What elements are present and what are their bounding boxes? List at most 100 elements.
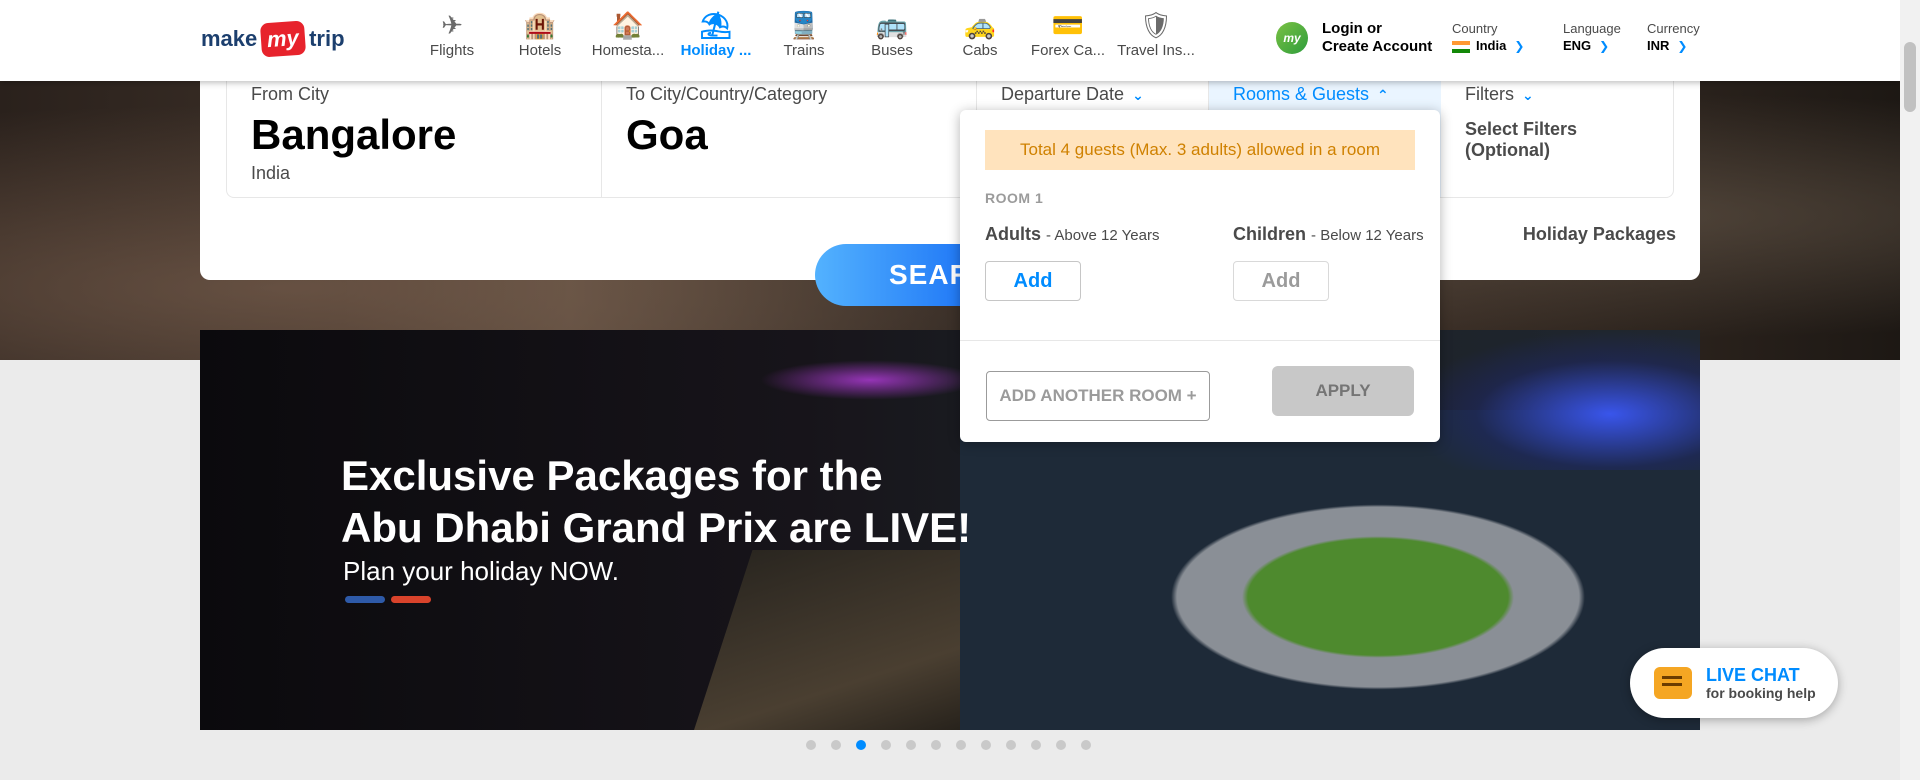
nav-travel-insurance[interactable]: 🛡 Travel Ins...	[1112, 8, 1200, 59]
live-chat-button[interactable]: LIVE CHAT for booking help	[1630, 648, 1838, 718]
hotel-icon: 🏨	[523, 10, 557, 40]
logo-trip: trip	[309, 26, 345, 51]
banner-headline-line-2: Abu Dhabi Grand Prix are LIVE!	[341, 504, 972, 551]
bus-icon: 🚌	[875, 10, 909, 40]
apply-button[interactable]: APPLY	[1272, 366, 1414, 416]
chevron-down-icon: ❯	[1599, 39, 1610, 53]
banner-headline-line-1: Exclusive Packages for the	[341, 452, 883, 499]
makemytrip-logo[interactable]: make my trip	[201, 19, 345, 59]
rooms-guests-popup: Total 4 guests (Max. 3 adults) allowed i…	[960, 110, 1440, 442]
chevron-down-icon: ❯	[1677, 39, 1688, 53]
banner-accent-bar-red	[391, 596, 431, 603]
banner-subheadline: Plan your holiday NOW.	[343, 556, 620, 586]
nav-label: Holiday ...	[680, 42, 752, 59]
package-type-label: Holiday Packages	[1522, 224, 1676, 244]
banner-headline: Exclusive Packages for the Abu Dhabi Gra…	[341, 450, 981, 554]
nav-label: Cabs	[962, 42, 998, 59]
carousel-dot[interactable]	[906, 740, 916, 750]
carousel-dot[interactable]	[831, 740, 841, 750]
nav-holiday-packages[interactable]: ⛱ Holiday ...	[672, 8, 760, 59]
nav-buses[interactable]: 🚌 Buses	[848, 8, 936, 59]
from-city-label: From City	[251, 84, 329, 104]
carousel-dot[interactable]	[856, 740, 866, 750]
chevron-down-icon: ❯	[1514, 39, 1525, 53]
page-scrollbar[interactable]	[1900, 0, 1920, 780]
insurance-shield-icon: 🛡	[1139, 10, 1173, 40]
nav-cabs[interactable]: 🚕 Cabs	[936, 8, 1024, 59]
logo-my: my	[260, 20, 307, 58]
carousel-dots	[806, 740, 1091, 750]
promo-banner[interactable]: Exclusive Packages for the Abu Dhabi Gra…	[200, 330, 1700, 730]
from-country-value: India	[251, 163, 291, 183]
top-navigation: make my trip ✈ Flights 🏨 Hotels 🏠 Homesta..…	[0, 0, 1900, 81]
nav-label: Buses	[871, 42, 913, 59]
logo-make: make	[201, 26, 258, 51]
nav-label: Trains	[783, 42, 825, 59]
login-line-2: Create Account	[1322, 38, 1433, 55]
flight-icon: ✈	[441, 10, 463, 40]
children-hint: - Below 12 Years	[1311, 227, 1424, 244]
banner-lights-image	[760, 360, 980, 400]
chat-bubble-icon	[1654, 667, 1692, 699]
login-line-1: Login or	[1322, 20, 1382, 37]
nav-label: Flights	[429, 42, 475, 59]
rooms-guests-label: Rooms & Guests	[1233, 84, 1370, 104]
adults-hint: - Above 12 Years	[1046, 227, 1160, 244]
adults-label: Adults	[985, 224, 1041, 244]
language-selector[interactable]: Language ENG ❯	[1563, 21, 1621, 55]
nav-forex-card[interactable]: 💳 Forex Ca...	[1024, 8, 1112, 59]
homestay-icon: 🏠	[611, 10, 645, 40]
nav-hotels[interactable]: 🏨 Hotels	[496, 8, 584, 59]
carousel-dot[interactable]	[806, 740, 816, 750]
carousel-dot[interactable]	[881, 740, 891, 750]
filters-value-line-2: (Optional)	[1465, 140, 1550, 160]
room-title: ROOM 1	[985, 190, 1044, 206]
login-button[interactable]: my Login or Create Account	[1276, 20, 1432, 56]
forex-card-icon: 💳	[1051, 10, 1085, 40]
carousel-dot[interactable]	[956, 740, 966, 750]
carousel-dot[interactable]	[981, 740, 991, 750]
chevron-down-icon: ⌄	[1522, 87, 1534, 103]
chevron-down-icon: ⌄	[1132, 87, 1144, 103]
train-icon: 🚆	[787, 10, 821, 40]
carousel-dot[interactable]	[1031, 740, 1041, 750]
add-another-room-button[interactable]: ADD ANOTHER ROOM +	[986, 371, 1210, 421]
guest-limit-warning: Total 4 guests (Max. 3 adults) allowed i…	[985, 130, 1415, 170]
currency-selector[interactable]: Currency INR ❯	[1647, 21, 1700, 55]
nav-flights[interactable]: ✈ Flights	[408, 8, 496, 59]
country-label: Country	[1452, 21, 1498, 36]
banner-accent-bar-blue	[345, 596, 385, 603]
banner-stadium-image	[1400, 330, 1700, 470]
nav-trains[interactable]: 🚆 Trains	[760, 8, 848, 59]
filters-label: Filters	[1465, 84, 1514, 104]
scrollbar-thumb[interactable]	[1904, 42, 1916, 112]
language-label: Language	[1563, 21, 1621, 36]
myaccount-avatar-icon: my	[1276, 22, 1308, 54]
currency-value: INR	[1647, 38, 1670, 53]
adults-label-group: Adults - Above 12 Years	[985, 224, 1159, 245]
country-value: India	[1476, 38, 1507, 53]
language-value: ENG	[1563, 38, 1592, 53]
filters-value-line-1: Select Filters	[1465, 119, 1578, 139]
india-flag-icon	[1452, 40, 1470, 53]
country-selector[interactable]: Country India ❯	[1452, 21, 1524, 55]
beach-umbrella-icon: ⛱	[699, 10, 733, 40]
add-child-button[interactable]: Add	[1233, 261, 1329, 301]
carousel-dot[interactable]	[931, 740, 941, 750]
currency-label: Currency	[1647, 21, 1700, 36]
children-label-group: Children - Below 12 Years	[1233, 224, 1424, 245]
carousel-dot[interactable]	[1056, 740, 1066, 750]
nav-label: Forex Ca...	[1030, 42, 1106, 59]
nav-homestays[interactable]: 🏠 Homesta...	[584, 8, 672, 59]
live-chat-subtitle: for booking help	[1706, 685, 1816, 701]
to-city-label: To City/Country/Category	[626, 84, 828, 104]
to-city-value: Goa	[626, 111, 708, 158]
nav-label: Homesta...	[591, 42, 665, 59]
nav-label: Hotels	[518, 42, 562, 59]
cab-icon: 🚕	[963, 10, 997, 40]
popup-divider	[960, 340, 1440, 341]
carousel-dot[interactable]	[1081, 740, 1091, 750]
product-nav: ✈ Flights 🏨 Hotels 🏠 Homesta... ⛱ Holiday ..…	[408, 8, 1200, 59]
carousel-dot[interactable]	[1006, 740, 1016, 750]
add-adult-button[interactable]: Add	[985, 261, 1081, 301]
